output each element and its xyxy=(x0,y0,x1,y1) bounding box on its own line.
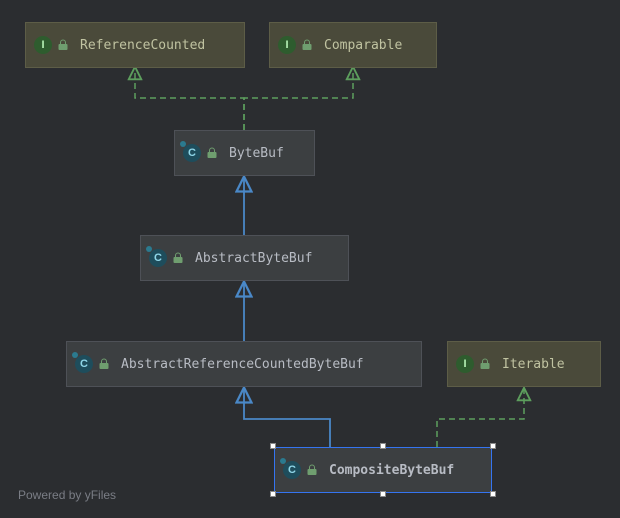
node-reference-counted[interactable]: I ReferenceCounted xyxy=(25,22,245,68)
node-composite-bytebuf[interactable]: C CompositeByteBuf xyxy=(274,447,492,493)
selection-handle[interactable] xyxy=(490,491,496,497)
interface-icon: I xyxy=(456,355,474,373)
node-abstract-bytebuf[interactable]: C AbstractByteBuf xyxy=(140,235,349,281)
node-label: Iterable xyxy=(502,357,565,372)
selection-handle[interactable] xyxy=(380,491,386,497)
lock-icon xyxy=(56,38,70,52)
class-icon: C xyxy=(183,144,201,162)
node-label: AbstractReferenceCountedByteBuf xyxy=(121,357,364,372)
node-label: CompositeByteBuf xyxy=(329,463,454,478)
node-abstract-ref-counted-bytebuf[interactable]: C AbstractReferenceCountedByteBuf xyxy=(66,341,422,387)
selection-handle[interactable] xyxy=(380,443,386,449)
footer-attribution: Powered by yFiles xyxy=(18,488,116,502)
selection-handle[interactable] xyxy=(270,491,276,497)
lock-icon xyxy=(300,38,314,52)
interface-icon: I xyxy=(34,36,52,54)
class-icon: C xyxy=(283,461,301,479)
class-icon: C xyxy=(75,355,93,373)
node-comparable[interactable]: I Comparable xyxy=(269,22,437,68)
lock-icon xyxy=(171,251,185,265)
node-iterable[interactable]: I Iterable xyxy=(447,341,601,387)
lock-icon xyxy=(97,357,111,371)
class-icon: C xyxy=(149,249,167,267)
interface-icon: I xyxy=(278,36,296,54)
lock-icon xyxy=(478,357,492,371)
diagram-canvas[interactable]: I ReferenceCounted I Comparable C ByteBu… xyxy=(0,0,620,518)
lock-icon xyxy=(305,463,319,477)
node-label: ReferenceCounted xyxy=(80,38,205,53)
node-label: AbstractByteBuf xyxy=(195,251,312,266)
node-label: Comparable xyxy=(324,38,402,53)
selection-handle[interactable] xyxy=(490,443,496,449)
lock-icon xyxy=(205,146,219,160)
selection-handle[interactable] xyxy=(270,443,276,449)
node-bytebuf[interactable]: C ByteBuf xyxy=(174,130,315,176)
node-label: ByteBuf xyxy=(229,146,284,161)
